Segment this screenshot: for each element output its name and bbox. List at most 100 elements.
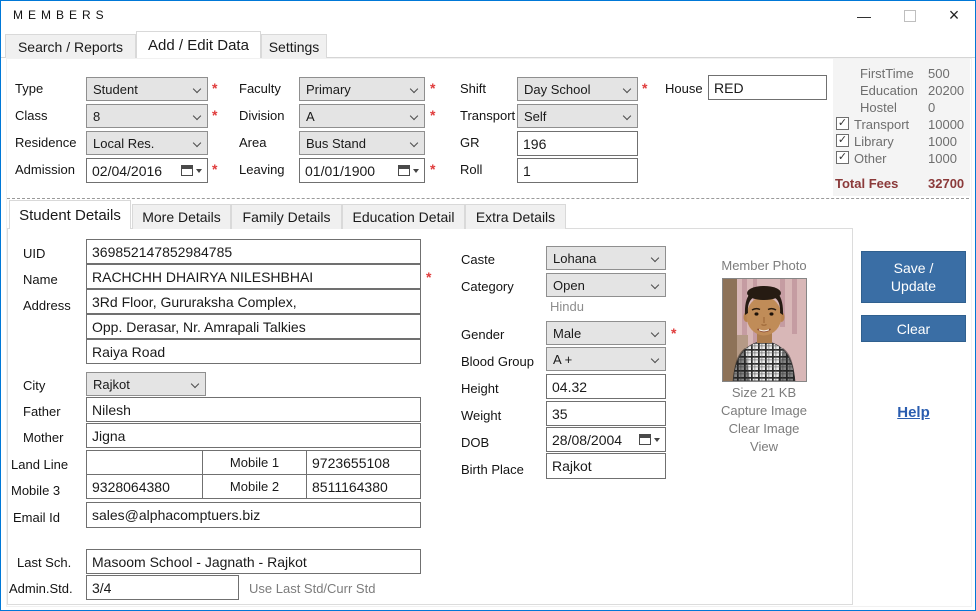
fee-label: FirstTime xyxy=(860,66,914,81)
address-line1-input[interactable]: 3Rd Floor, Gururaksha Complex, xyxy=(86,289,421,314)
height-input[interactable]: 04.32 xyxy=(546,374,666,399)
capture-image-link[interactable]: Capture Image xyxy=(701,402,827,420)
father-value: Nilesh xyxy=(92,402,131,418)
height-value: 04.32 xyxy=(552,379,587,395)
category-combo[interactable]: Open xyxy=(546,273,666,297)
mobile2-input[interactable]: 8511164380 xyxy=(306,474,421,499)
house-input[interactable]: RED xyxy=(708,75,827,100)
tab-more-details[interactable]: More Details xyxy=(132,204,231,229)
area-combo[interactable]: Bus Stand xyxy=(299,131,425,155)
mother-input[interactable]: Jigna xyxy=(86,423,421,448)
tab-search-reports[interactable]: Search / Reports xyxy=(5,34,136,58)
city-combo[interactable]: Rajkot xyxy=(86,372,206,396)
help-link[interactable]: Help xyxy=(861,404,966,421)
faculty-combo[interactable]: Primary xyxy=(299,77,425,101)
gr-input[interactable]: 196 xyxy=(517,131,638,156)
division-combo[interactable]: A xyxy=(299,104,425,128)
clear-image-link[interactable]: Clear Image xyxy=(701,420,827,438)
name-value: RACHCHH DHAIRYA NILESHBHAI xyxy=(92,269,313,285)
tab-add-edit-data[interactable]: Add / Edit Data xyxy=(136,31,261,58)
fee-row-other: ✓Other1000 xyxy=(833,150,970,167)
uid-label: UID xyxy=(23,246,45,261)
father-input[interactable]: Nilesh xyxy=(86,397,421,422)
tab-education-detail[interactable]: Education Detail xyxy=(342,204,465,229)
type-value: Student xyxy=(93,82,193,97)
fee-row-transport: ✓Transport10000 xyxy=(833,116,970,133)
address-line3-input[interactable]: Raiya Road xyxy=(86,339,421,364)
transport-fee-checkbox[interactable]: ✓ xyxy=(836,117,849,130)
email-label: Email Id xyxy=(13,510,60,525)
residence-combo[interactable]: Local Res. xyxy=(86,131,208,155)
calendar-icon xyxy=(639,434,651,445)
fees-panel: FirstTime500 Education20200 Hostel0 ✓Tra… xyxy=(833,59,970,196)
clear-button[interactable]: Clear xyxy=(861,315,966,342)
shift-combo[interactable]: Day School xyxy=(517,77,638,101)
maximize-icon xyxy=(904,10,916,22)
city-value: Rajkot xyxy=(93,377,191,392)
fee-label: Library xyxy=(854,134,894,149)
faculty-label: Faculty xyxy=(239,81,281,96)
mobile2-value: 8511164380 xyxy=(312,479,388,495)
land-line-input[interactable] xyxy=(86,450,203,475)
last-school-input[interactable]: Masoom School - Jagnath - Rajkot xyxy=(86,549,421,574)
save-update-button[interactable]: Save / Update xyxy=(861,251,966,303)
dob-date-picker[interactable]: 28/08/2004 xyxy=(546,427,666,452)
chevron-down-icon xyxy=(651,254,660,263)
tab-family-details[interactable]: Family Details xyxy=(231,204,342,229)
photo-size-label: Size 21 KB xyxy=(701,384,827,402)
uid-input[interactable]: 369852147852984785 xyxy=(86,239,421,264)
gender-combo[interactable]: Male xyxy=(546,321,666,345)
library-fee-checkbox[interactable]: ✓ xyxy=(836,134,849,147)
blood-group-combo[interactable]: A + xyxy=(546,347,666,371)
address-line2-input[interactable]: Opp. Derasar, Nr. Amrapali Talkies xyxy=(86,314,421,339)
tab-student-details[interactable]: Student Details xyxy=(9,200,131,229)
tab-label: More Details xyxy=(142,209,221,225)
admin-std-value: 3/4 xyxy=(92,580,111,596)
email-input[interactable]: sales@alphacomptuers.biz xyxy=(86,502,421,528)
birth-place-label: Birth Place xyxy=(461,462,524,477)
close-button[interactable]: × xyxy=(937,1,971,30)
mobile2-label: Mobile 2 xyxy=(230,479,279,494)
class-combo[interactable]: 8 xyxy=(86,104,208,128)
tab-settings[interactable]: Settings xyxy=(261,34,327,58)
weight-input[interactable]: 35 xyxy=(546,401,666,426)
section-divider xyxy=(7,198,969,199)
chevron-down-icon xyxy=(623,85,632,94)
name-input[interactable]: RACHCHH DHAIRYA NILESHBHAI xyxy=(86,264,421,289)
view-image-link[interactable]: View xyxy=(701,438,827,456)
birth-place-input[interactable]: Rajkot xyxy=(546,453,666,479)
close-icon: × xyxy=(949,5,960,26)
transport-combo[interactable]: Self xyxy=(517,104,638,128)
email-value: sales@alphacomptuers.biz xyxy=(92,507,260,523)
admission-label: Admission xyxy=(15,162,75,177)
shift-label: Shift xyxy=(460,81,486,96)
tab-label: Family Details xyxy=(243,209,331,225)
land-line-label: Land Line xyxy=(11,457,68,472)
minimize-button[interactable]: — xyxy=(847,1,881,30)
other-fee-checkbox[interactable]: ✓ xyxy=(836,151,849,164)
checkmark-icon: ✓ xyxy=(838,134,847,146)
division-value: A xyxy=(306,109,410,124)
tab-extra-details[interactable]: Extra Details xyxy=(465,204,566,229)
weight-value: 35 xyxy=(552,406,568,422)
fee-value: 500 xyxy=(928,66,950,81)
mobile3-value: 9328064380 xyxy=(92,479,170,495)
admission-date-picker[interactable]: 02/04/2016 xyxy=(86,158,208,183)
gr-value: 196 xyxy=(523,136,546,152)
type-combo[interactable]: Student xyxy=(86,77,208,101)
fee-label: Other xyxy=(854,151,887,166)
type-required-star: * xyxy=(212,80,217,96)
total-fees-value: 32700 xyxy=(928,176,964,191)
tab-label: Settings xyxy=(269,39,320,55)
caste-combo[interactable]: Lohana xyxy=(546,246,666,270)
area-label: Area xyxy=(239,135,266,150)
mobile1-input[interactable]: 9723655108 xyxy=(306,450,421,475)
clear-label: Clear xyxy=(897,320,930,338)
tab-label: Search / Reports xyxy=(18,39,123,55)
admin-std-input[interactable]: 3/4 xyxy=(86,575,239,600)
roll-value: 1 xyxy=(523,163,531,179)
roll-input[interactable]: 1 xyxy=(517,158,638,183)
leaving-date-picker[interactable]: 01/01/1900 xyxy=(299,158,425,183)
mobile3-input[interactable]: 9328064380 xyxy=(86,474,203,499)
division-required-star: * xyxy=(430,107,435,123)
